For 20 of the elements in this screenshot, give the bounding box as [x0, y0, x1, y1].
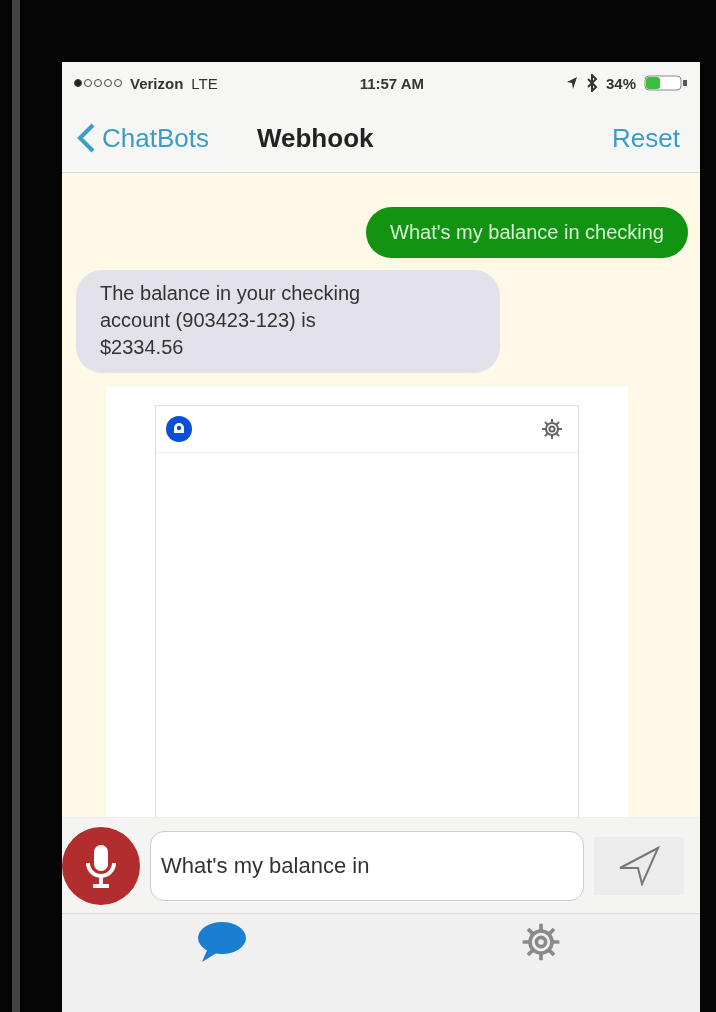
location-icon [565, 76, 578, 90]
message-input[interactable]: What's my balance in [150, 830, 584, 901]
clock: 11:57 AM [359, 74, 425, 92]
settings-icon[interactable] [540, 417, 564, 441]
bluetooth-icon [585, 74, 598, 92]
back-chevron-icon[interactable] [76, 122, 96, 154]
carrier-name: Verizon [130, 74, 184, 92]
send-icon[interactable] [618, 845, 660, 886]
back-button[interactable]: ChatBots [76, 122, 209, 154]
microphone-icon[interactable] [84, 842, 118, 889]
sent-message: What's my balance in checking [366, 207, 688, 258]
send-button[interactable] [594, 836, 684, 895]
reset-button[interactable]: Reset [606, 121, 686, 155]
battery-icon [644, 74, 688, 92]
battery-percent: 34% [605, 74, 636, 92]
chat-bubble-icon[interactable] [195, 920, 248, 962]
network-type: LTE [191, 74, 218, 92]
avatar-icon [166, 416, 192, 442]
received-message: The balance in your checking account (903423-123) is $2334.56 [76, 270, 500, 373]
nav-title: Webhook [256, 122, 374, 154]
